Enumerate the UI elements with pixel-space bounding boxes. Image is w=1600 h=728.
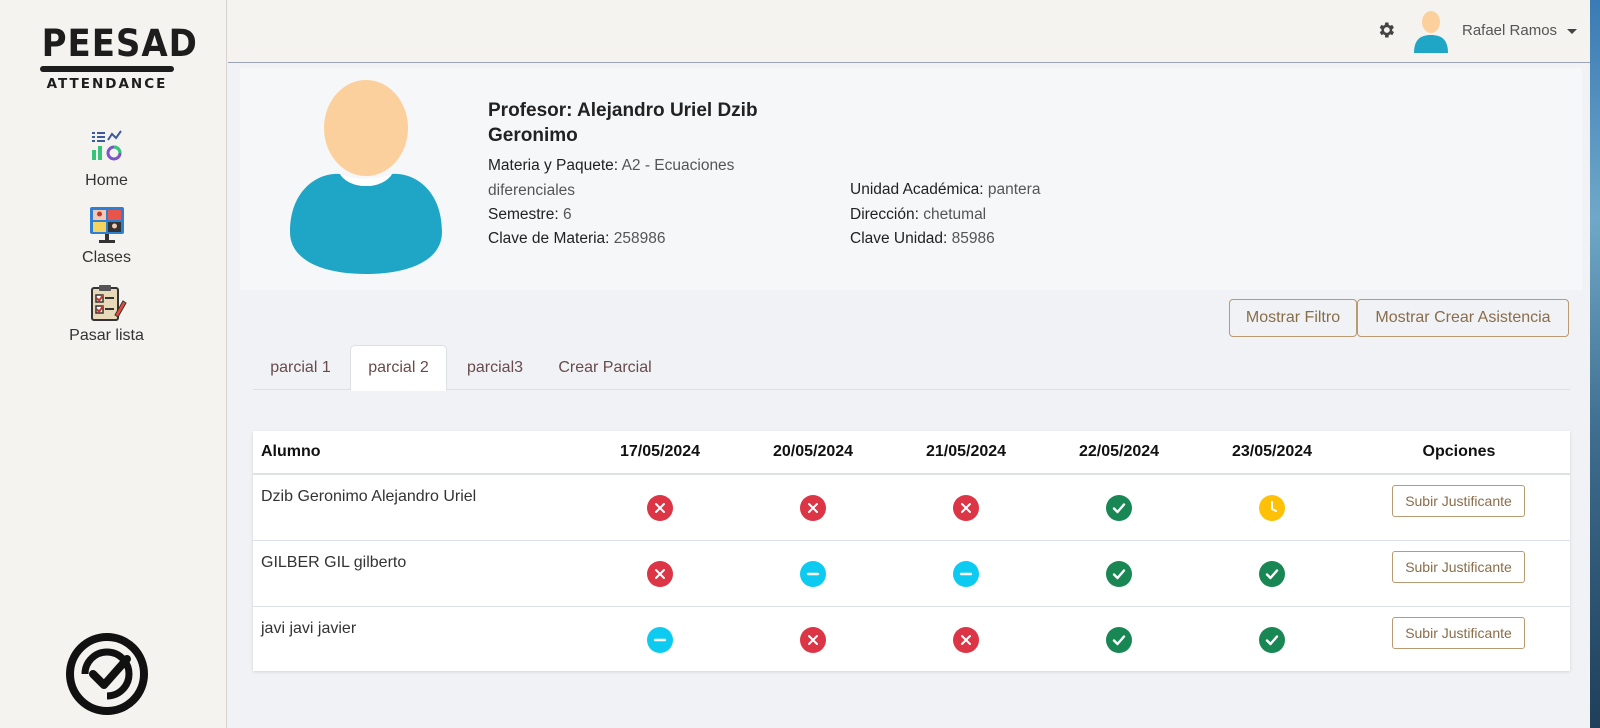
- tab-parcial-2[interactable]: parcial 2: [350, 345, 447, 391]
- status-justified-icon: [800, 561, 826, 587]
- semestre-info: Semestre: 6: [488, 202, 572, 227]
- dashboard-icon: [91, 130, 122, 161]
- sidebar-item-clases[interactable]: Clases: [0, 205, 213, 267]
- status-absent-icon: [800, 495, 826, 521]
- status-present-icon: [1259, 561, 1285, 587]
- partial-tabs: parcial 1 parcial 2 parcial3 Crear Parci…: [253, 345, 1570, 391]
- clave-materia-info: Clave de Materia: 258986: [488, 226, 666, 251]
- direccion-value: chetumal: [923, 206, 987, 223]
- logo-underline: [40, 66, 174, 72]
- status-present-icon: [1106, 561, 1132, 587]
- user-name[interactable]: Rafael Ramos: [1462, 22, 1557, 39]
- semestre-label: Semestre:: [488, 206, 559, 223]
- classroom-icon: [89, 207, 124, 243]
- column-header: 17/05/2024: [619, 443, 701, 460]
- logo-subtitle: ATTENDANCE: [46, 76, 168, 92]
- column-header: 21/05/2024: [925, 443, 1007, 460]
- avatar[interactable]: [1413, 9, 1449, 53]
- table-row: javi javi javier Subir Justificante: [253, 607, 1570, 673]
- clave-unidad-value: 85986: [951, 230, 995, 247]
- table-row: GILBER GIL gilberto Subir Justificante: [253, 541, 1570, 607]
- unidad-value: pantera: [987, 181, 1041, 198]
- window-edge: [1590, 0, 1600, 728]
- status-present-icon: [1106, 495, 1132, 521]
- teacher-avatar: [290, 80, 442, 274]
- column-header: 22/05/2024: [1078, 443, 1160, 460]
- tab-parcial-1[interactable]: parcial 1: [253, 345, 348, 390]
- table-row: Dzib Geronimo Alejandro Uriel Subir Justi…: [253, 475, 1570, 541]
- status-absent-icon: [800, 627, 826, 653]
- caret-down-icon[interactable]: [1567, 29, 1577, 34]
- status-absent-icon: [953, 627, 979, 653]
- upload-justification-button[interactable]: Subir Justificante: [1392, 485, 1525, 517]
- clave-materia-value: 258986: [613, 230, 666, 247]
- direccion-info: Dirección: chetumal: [850, 202, 986, 227]
- attendance-table: Alumno 17/05/2024 20/05/2024 21/05/2024 …: [253, 431, 1570, 671]
- sidebar-item-label: Home: [85, 172, 128, 189]
- logo-title: PEESAD: [41, 22, 198, 65]
- status-late-icon: [1259, 495, 1285, 521]
- upload-justification-button[interactable]: Subir Justificante: [1392, 617, 1525, 649]
- student-name: javi javi javier: [261, 620, 357, 637]
- column-header: 20/05/2024: [772, 443, 854, 460]
- tab-parcial-3[interactable]: parcial3: [447, 345, 543, 390]
- upload-justification-button[interactable]: Subir Justificante: [1392, 551, 1525, 583]
- materia-info: Materia y Paquete: A2 - Ecuaciones difer…: [488, 153, 788, 203]
- sidebar: PEESAD ATTENDANCE Home Clases Pasar list…: [0, 0, 227, 728]
- column-header: 23/05/2024: [1231, 443, 1313, 460]
- teacher-profile-card: Profesor: Alejandro Uriel Dzib Geronimo …: [240, 68, 1582, 290]
- status-justified-icon: [953, 561, 979, 587]
- teacher-name: Profesor: Alejandro Uriel Dzib Geronimo: [488, 100, 758, 146]
- materia-label: Materia y Paquete:: [488, 157, 619, 174]
- show-create-attendance-button[interactable]: Mostrar Crear Asistencia: [1357, 299, 1569, 337]
- direccion-label: Dirección:: [850, 206, 919, 223]
- sidebar-item-label: Clases: [82, 249, 131, 266]
- status-absent-icon: [647, 495, 673, 521]
- column-header: Opciones: [1422, 443, 1496, 460]
- app-logo[interactable]: PEESAD ATTENDANCE: [36, 22, 198, 96]
- semestre-value: 6: [562, 206, 572, 223]
- clave-unidad-label: Clave Unidad:: [850, 230, 948, 247]
- sidebar-item-label: Pasar lista: [69, 327, 144, 344]
- clave-unidad-info: Clave Unidad: 85986: [850, 226, 995, 251]
- status-justified-icon: [647, 627, 673, 653]
- badge-check-icon: [66, 633, 148, 715]
- unidad-label: Unidad Académica:: [850, 181, 984, 198]
- student-name: GILBER GIL gilberto: [261, 554, 407, 571]
- show-filter-button[interactable]: Mostrar Filtro: [1229, 299, 1357, 337]
- status-present-icon: [1259, 627, 1285, 653]
- status-absent-icon: [953, 495, 979, 521]
- column-header: Alumno: [261, 443, 321, 460]
- unidad-info: Unidad Académica: pantera: [850, 177, 1040, 202]
- gear-icon[interactable]: [1376, 20, 1396, 40]
- tab-crear-parcial[interactable]: Crear Parcial: [543, 345, 667, 390]
- status-present-icon: [1106, 627, 1132, 653]
- student-name: Dzib Geronimo Alejandro Uriel: [261, 488, 477, 505]
- sidebar-item-home[interactable]: Home: [0, 128, 213, 190]
- checklist-icon: [90, 285, 127, 321]
- status-absent-icon: [647, 561, 673, 587]
- sidebar-item-pasar-lista[interactable]: Pasar lista: [0, 283, 213, 345]
- clave-materia-label: Clave de Materia:: [488, 230, 610, 247]
